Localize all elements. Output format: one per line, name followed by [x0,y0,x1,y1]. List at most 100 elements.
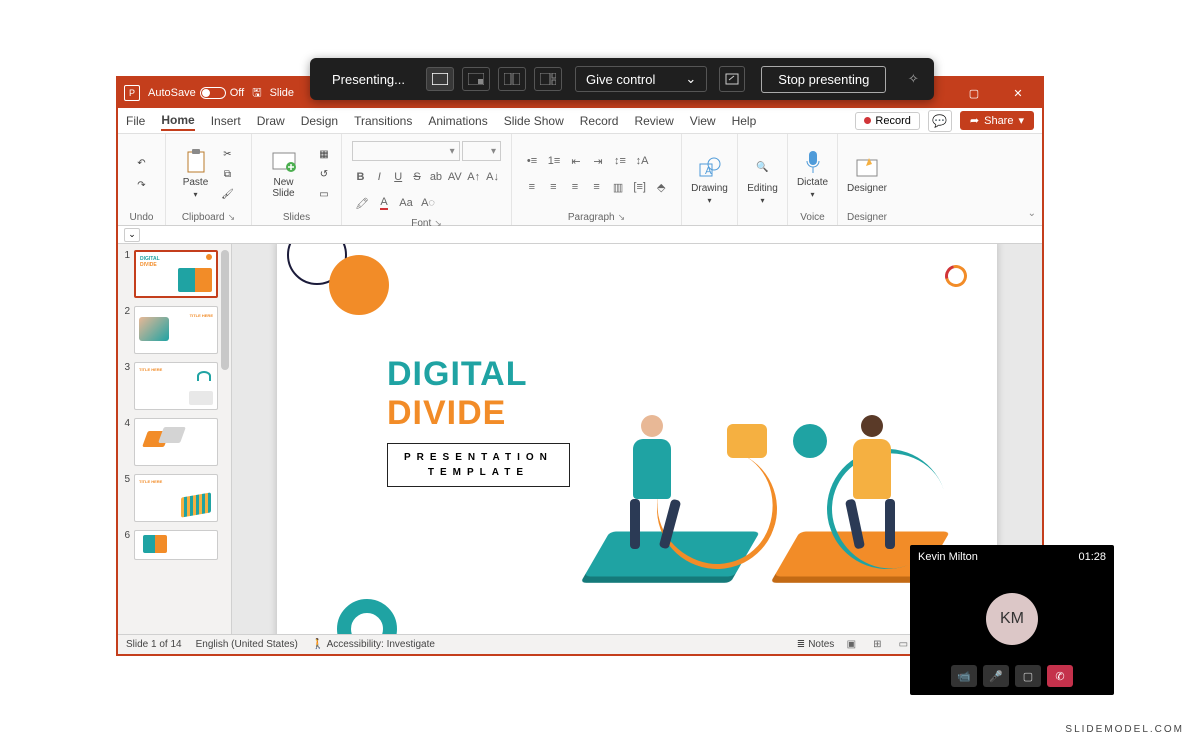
view-mode-2[interactable] [462,67,490,91]
camera-toggle-button[interactable]: 📹 [951,665,977,687]
tab-insert[interactable]: Insert [211,112,241,130]
bold-button[interactable]: B [352,167,369,187]
thumb-scrollbar[interactable] [221,250,229,370]
clipboard-launcher[interactable]: ↘ [228,212,236,223]
slide-thumbnails-panel: 1 DIGITALDIVIDE 2 TITLE HERE 3 TITLE HER… [118,244,232,634]
new-slide-button[interactable]: New Slide [258,147,309,201]
accessibility-icon: 🚶 [312,639,324,650]
slide-thumb-6[interactable] [134,530,218,560]
align-text-button[interactable]: [≡] [630,177,650,197]
share-button[interactable]: ➦Share▾ [960,111,1034,130]
group-slides-label: Slides [258,210,335,223]
collapse-ribbon-icon[interactable]: ⌄ [1028,208,1036,219]
text-direction-button[interactable]: ↕A [632,151,652,171]
view-mode-3[interactable] [498,67,526,91]
tab-transitions[interactable]: Transitions [354,112,412,130]
font-size-select[interactable]: ▾ [462,141,501,161]
paste-button[interactable]: Paste ▾ [179,147,213,201]
chevron-down-icon: ▾ [193,190,197,199]
drawing-button[interactable]: ADrawing▾ [687,153,732,207]
indent-inc-button[interactable]: ⇥ [588,151,608,171]
view-mode-4[interactable] [534,67,562,91]
redo-button[interactable]: ↷ [131,176,153,194]
align-right-button[interactable]: ≡ [565,177,585,197]
shadow-button[interactable]: ab [428,167,445,187]
tab-help[interactable]: Help [732,112,757,130]
maximize-button[interactable]: ▢ [956,78,992,108]
layout-button[interactable]: ▦ [313,145,335,163]
copy-button[interactable]: ⧉ [217,165,239,183]
presenting-label: Presenting... [318,72,419,87]
decrease-font-button[interactable]: A↓ [484,167,501,187]
strike-button[interactable]: S [409,167,426,187]
save-icon[interactable]: 🖫 [252,84,261,103]
underline-button[interactable]: U [390,167,407,187]
tab-slideshow[interactable]: Slide Show [504,112,564,130]
tab-design[interactable]: Design [301,112,338,130]
close-button[interactable]: ✕ [1000,78,1036,108]
stop-presenting-button[interactable]: Stop presenting [761,66,886,93]
tab-home[interactable]: Home [161,111,194,131]
indent-dec-button[interactable]: ⇤ [566,151,586,171]
sorter-view-icon[interactable]: ⊞ [868,638,886,652]
undo-button[interactable]: ↶ [131,154,153,172]
char-spacing-button[interactable]: AV [446,167,463,187]
highlight-button[interactable]: 🖍 [352,193,372,213]
watermark: SLIDEMODEL.COM [1065,724,1184,735]
tab-record[interactable]: Record [580,112,619,130]
teams-call-panel: Kevin Milton 01:28 KM 📹 🎤 ▢ ✆ [910,545,1114,695]
hangup-button[interactable]: ✆ [1047,665,1073,687]
qat-expand-icon[interactable]: ⌄ [124,228,140,242]
share-toggle-button[interactable]: ▢ [1015,665,1041,687]
font-color-button[interactable]: A [374,193,394,213]
section-button[interactable]: ▭ [313,185,335,203]
slide-thumb-4[interactable] [134,418,218,466]
dictate-button[interactable]: Dictate▾ [793,147,832,201]
camera-off-icon: 📹 [957,670,971,683]
accessibility-label[interactable]: 🚶 Accessibility: Investigate [312,639,435,650]
pin-icon[interactable]: ✧ [900,66,926,92]
slide-canvas[interactable]: DIGITAL DIVIDE PRESENTATION TEMPLATE [277,244,997,634]
slide-thumb-1[interactable]: DIGITALDIVIDE [134,250,218,298]
italic-button[interactable]: I [371,167,388,187]
line-spacing-button[interactable]: ↕≡ [610,151,630,171]
popout-icon[interactable] [719,66,745,92]
change-case-button[interactable]: Aa [396,193,416,213]
columns-button[interactable]: ▥ [608,177,628,197]
notes-button[interactable]: ≣ Notes [797,639,835,650]
numbering-button[interactable]: 1≡ [544,151,564,171]
designer-button[interactable]: Designer [843,153,891,196]
tab-draw[interactable]: Draw [257,112,285,130]
font-family-select[interactable]: ▾ [352,141,460,161]
paragraph-launcher[interactable]: ↘ [618,212,626,223]
slide-thumb-5[interactable]: TITLE HERE [134,474,218,522]
tab-file[interactable]: File [126,112,145,130]
clear-format-button[interactable]: A◌ [418,193,438,213]
comments-button[interactable]: 💬 [928,110,952,132]
format-painter-button[interactable]: 🖌 [217,185,239,203]
align-left-button[interactable]: ≡ [522,177,542,197]
view-mode-1[interactable] [426,67,454,91]
autosave-toggle[interactable]: AutoSave Off [148,87,244,99]
slide-thumb-3[interactable]: TITLE HERE [134,362,218,410]
justify-button[interactable]: ≡ [587,177,607,197]
reset-button[interactable]: ↺ [313,165,335,183]
tab-view[interactable]: View [690,112,716,130]
increase-font-button[interactable]: A↑ [465,167,482,187]
slide-thumb-2[interactable]: TITLE HERE [134,306,218,354]
align-center-button[interactable]: ≡ [544,177,564,197]
cut-button[interactable]: ✂ [217,145,239,163]
record-button[interactable]: Record [855,112,919,130]
deco-arc [337,599,397,634]
tab-animations[interactable]: Animations [428,112,487,130]
tab-review[interactable]: Review [634,112,673,130]
bullets-button[interactable]: •≡ [522,151,542,171]
editing-button[interactable]: 🔍Editing▾ [743,153,782,207]
normal-view-icon[interactable]: ▣ [842,638,860,652]
slide-illustration [577,329,957,609]
slide-index-label[interactable]: Slide 1 of 14 [126,639,182,650]
smartart-button[interactable]: ⬘ [651,177,671,197]
give-control-dropdown[interactable]: Give control ⌄ [575,66,707,92]
mic-toggle-button[interactable]: 🎤 [983,665,1009,687]
language-label[interactable]: English (United States) [196,639,298,650]
